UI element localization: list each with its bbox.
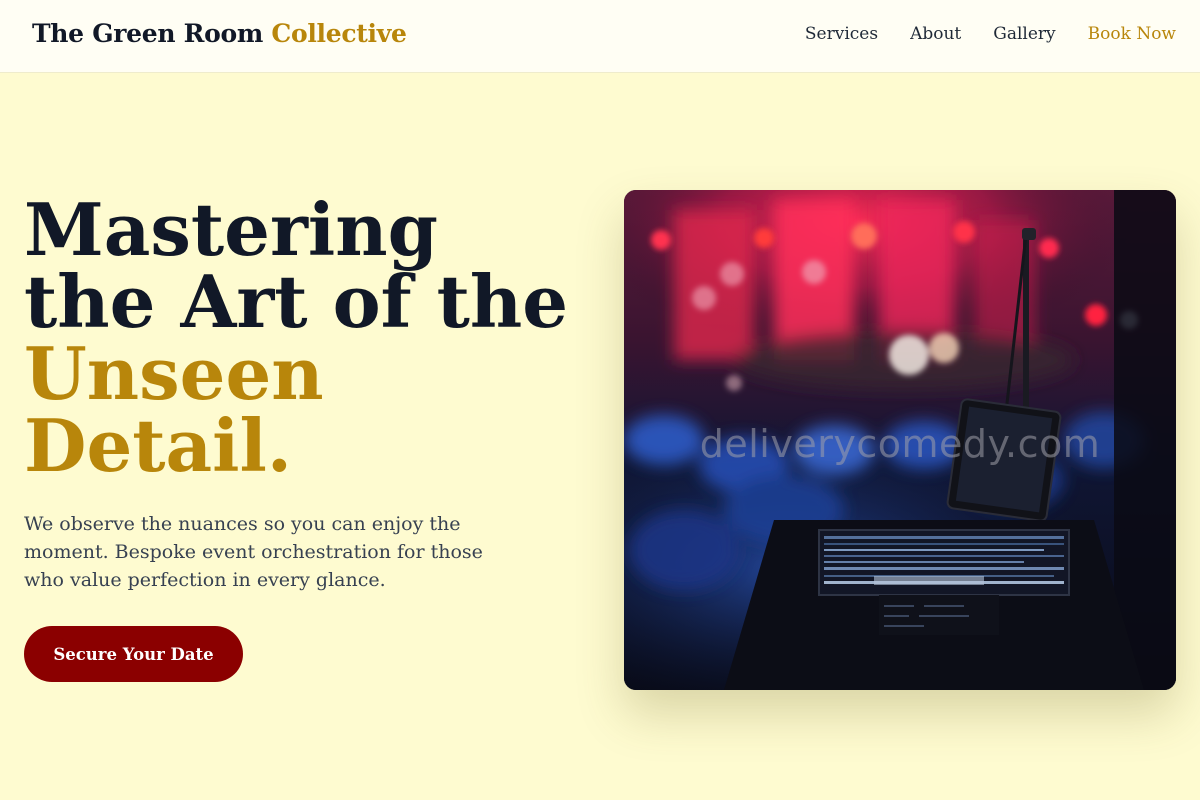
- hero-title-highlight: Unseen: [24, 331, 324, 416]
- nav-link-services[interactable]: Services: [805, 24, 878, 44]
- main-nav: Services About Gallery Book Now: [805, 24, 1176, 44]
- secure-date-button[interactable]: Secure Your Date: [24, 626, 243, 682]
- hero-subtitle: We observe the nuances so you can enjoy …: [24, 513, 483, 591]
- hero-title-line: Mastering: [24, 187, 438, 272]
- concert-photo: [624, 190, 1176, 690]
- navbar: The Green Room Collective Services About…: [0, 0, 1200, 73]
- hero-title-highlight: Detail.: [24, 403, 292, 488]
- nav-link-gallery[interactable]: Gallery: [993, 24, 1055, 44]
- brand-logo[interactable]: The Green Room Collective: [32, 19, 407, 48]
- brand-name-accent: Collective: [271, 19, 407, 48]
- hero-title-line: the Art of the: [24, 259, 569, 344]
- nav-link-book-now[interactable]: Book Now: [1088, 24, 1176, 44]
- nav-link-about[interactable]: About: [910, 24, 961, 44]
- hero-image: deliverycomedy.com: [624, 190, 1176, 690]
- brand-name: The Green Room: [32, 19, 263, 48]
- hero-title: Mastering the Art of the Unseen Detail.: [24, 194, 604, 482]
